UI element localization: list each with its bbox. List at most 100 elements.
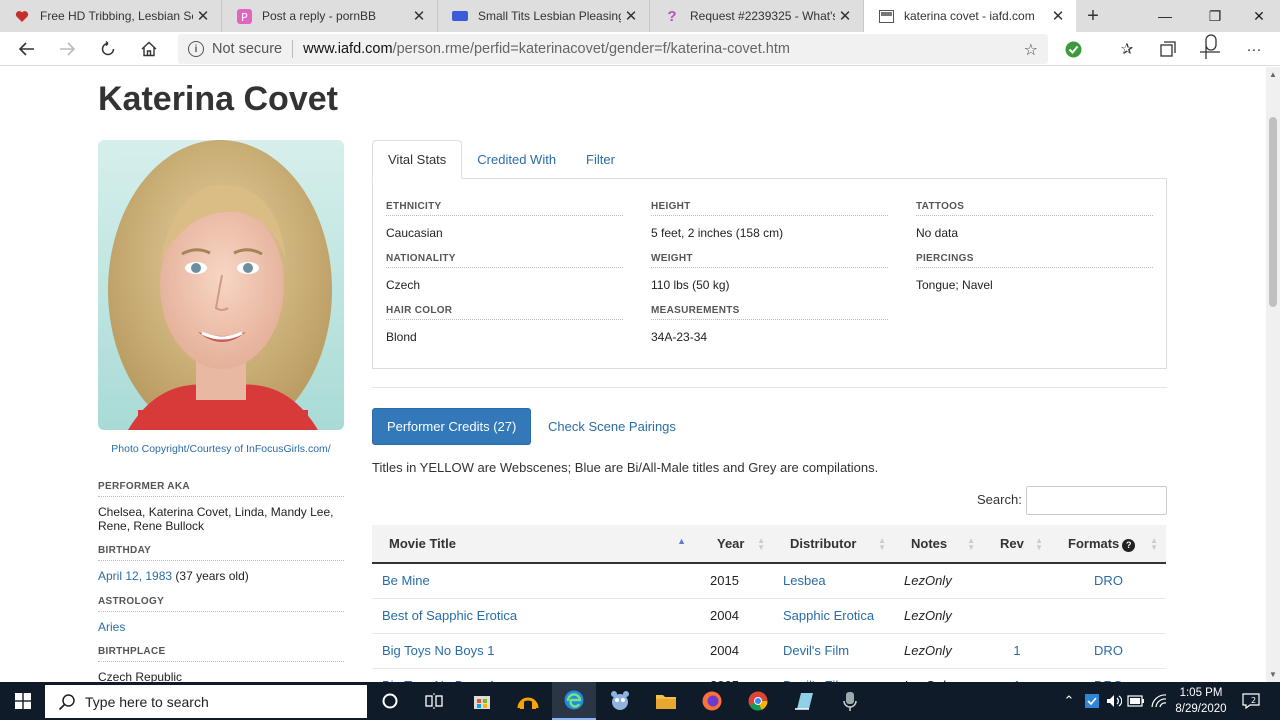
distributor-link[interactable]: Devil's Film (773, 668, 894, 682)
favorite-star-icon[interactable]: ☆ (1024, 40, 1038, 60)
battery-icon[interactable] (1126, 682, 1146, 720)
vm-app-icon[interactable] (598, 682, 642, 720)
close-window-button[interactable]: ✕ (1236, 0, 1280, 32)
formats-link[interactable]: DRO (1051, 563, 1166, 599)
close-icon[interactable]: ✕ (621, 7, 641, 25)
col-distributor[interactable]: Distributor ▲ ▼ (773, 525, 894, 564)
photo-credit[interactable]: Photo Copyright/Courtesy of InFocusGirls… (98, 443, 344, 455)
taskbar-search-box[interactable]: Type here to search (45, 685, 367, 718)
notepad-icon[interactable] (782, 682, 826, 720)
more-menu-icon[interactable]: ··· (1240, 36, 1268, 62)
url-field[interactable]: i Not secure www.iafd.com/person.rme/per… (178, 34, 1048, 64)
rev-cell[interactable]: 1 (983, 633, 1051, 669)
audible-icon[interactable] (506, 682, 550, 720)
new-tab-button[interactable]: + (1076, 0, 1110, 32)
distributor-link[interactable]: Lesbea (773, 563, 894, 599)
bio-label: BIRTHPLACE (98, 646, 344, 662)
performer-credits-button[interactable]: Performer Credits (27) (372, 408, 532, 445)
edge-icon[interactable] (552, 682, 596, 720)
page-title: Katerina Covet (98, 80, 338, 118)
col-formats[interactable]: Formats? ▲ ▼ (1051, 525, 1166, 564)
tab-vital-stats[interactable]: Vital Stats (372, 140, 463, 179)
vertical-scrollbar[interactable]: ▲ ▼ (1266, 67, 1280, 682)
bio-label: ASTROLOGY (98, 596, 344, 612)
browser-tab-4[interactable]: ? Request #2239325 - What's th ✕ (650, 0, 864, 32)
chevron-up-icon[interactable]: ⌃ (1060, 682, 1078, 720)
scroll-up-icon[interactable]: ▲ (1266, 70, 1280, 79)
formats-link[interactable]: DRO (1051, 633, 1166, 669)
movie-title-link[interactable]: Big Toys No Boys 1 (372, 633, 700, 669)
browser-tab-1[interactable]: Free HD Tribbing, Lesbian Sex ✕ (0, 0, 222, 32)
rev-cell[interactable]: 1 (983, 668, 1051, 682)
movie-title-link[interactable]: Big Toys No Boys 4 (372, 668, 700, 682)
notifications-icon[interactable]: 2 (1238, 682, 1264, 720)
scrollbar-thumb[interactable] (1269, 117, 1277, 307)
birthday-link[interactable]: April 12, 1983 (98, 569, 172, 583)
close-icon[interactable]: ✕ (835, 7, 855, 25)
taskbar-clock[interactable]: 1:05 PM 8/29/2020 (1172, 685, 1230, 717)
browser-tab-5-active[interactable]: katerina covet - iafd.com ✕ (864, 0, 1076, 32)
scroll-down-icon[interactable]: ▼ (1266, 670, 1280, 679)
formats-link[interactable] (1051, 598, 1166, 634)
formats-link[interactable]: DRO (1051, 668, 1166, 682)
wifi-icon[interactable] (1149, 682, 1169, 720)
col-notes[interactable]: Notes ▲ ▼ (894, 525, 983, 564)
file-explorer-icon[interactable] (644, 682, 688, 720)
search-input[interactable] (1026, 486, 1167, 515)
check-scene-pairings-link[interactable]: Check Scene Pairings (548, 408, 676, 445)
collections-icon[interactable] (1154, 36, 1182, 62)
help-icon[interactable]: ? (1122, 538, 1136, 552)
movie-title-link[interactable]: Best of Sapphic Erotica (372, 598, 700, 634)
shield-check-icon[interactable] (1059, 36, 1087, 62)
tab-label: Free HD Tribbing, Lesbian Sex (40, 9, 193, 23)
question-icon: ? (667, 7, 677, 25)
tab-label: Request #2239325 - What's th (690, 9, 835, 23)
close-icon[interactable]: ✕ (1048, 7, 1068, 25)
maximize-button[interactable]: ❐ (1192, 0, 1238, 32)
close-icon[interactable]: ✕ (409, 7, 429, 25)
profile-icon[interactable] (1196, 34, 1224, 60)
col-rev[interactable]: Rev ▲ ▼ (983, 525, 1051, 564)
profile-tabs: Vital Stats Credited With Filter (372, 140, 630, 179)
distributor-link[interactable]: Sapphic Erotica (773, 598, 894, 634)
rev-cell[interactable] (983, 563, 1051, 599)
recorder-icon[interactable] (828, 682, 872, 720)
info-icon[interactable]: i (188, 41, 204, 57)
col-year[interactable]: Year ▲ ▼ (700, 525, 773, 564)
refresh-icon (101, 41, 115, 56)
windows-icon (14, 693, 31, 709)
store-icon[interactable] (460, 682, 504, 720)
stat-label: MEASUREMENTS (651, 305, 888, 320)
table-row: Be Mine 2015 Lesbea LezOnly DRO (372, 563, 1166, 599)
back-button[interactable] (12, 35, 42, 63)
cortana-icon[interactable] (368, 682, 412, 720)
defender-icon[interactable] (1082, 682, 1102, 720)
forward-button[interactable] (52, 35, 82, 63)
task-view-icon[interactable] (412, 682, 456, 720)
firefox-icon[interactable] (690, 682, 734, 720)
sort-asc-icon: ▲ (677, 536, 686, 546)
browser-tab-3[interactable]: Small Tits Lesbian Pleasing Eac ✕ (438, 0, 650, 32)
stat-value: Blond (386, 330, 417, 344)
col-movie-title[interactable]: Movie Title ▲ (372, 525, 700, 564)
distributor-link[interactable]: Devil's Film (773, 633, 894, 669)
favorites-icon[interactable]: ✰ (1113, 36, 1141, 62)
tab-credited-with[interactable]: Credited With (462, 140, 571, 179)
astrology-link[interactable]: Aries (98, 620, 125, 634)
browser-tab-2[interactable]: P Post a reply - pornBB ✕ (222, 0, 438, 32)
tab-filter[interactable]: Filter (571, 140, 630, 179)
minimize-button[interactable]: — (1142, 0, 1188, 32)
home-button[interactable] (134, 35, 164, 63)
table-row: Best of Sapphic Erotica 2004 Sapphic Ero… (372, 598, 1166, 634)
bio-birthday: BIRTHDAY April 12, 1983 (37 years old) (98, 545, 344, 583)
chrome-icon[interactable] (736, 682, 780, 720)
year-cell: 2004 (700, 598, 773, 634)
volume-icon[interactable] (1104, 682, 1124, 720)
refresh-button[interactable] (93, 35, 123, 63)
start-button[interactable] (0, 682, 45, 720)
notes-cell: LezOnly (894, 668, 983, 682)
movie-title-link[interactable]: Be Mine (372, 563, 700, 599)
rev-cell[interactable] (983, 598, 1051, 634)
close-icon[interactable]: ✕ (193, 7, 213, 25)
stat-value: Tongue; Navel (916, 278, 993, 292)
